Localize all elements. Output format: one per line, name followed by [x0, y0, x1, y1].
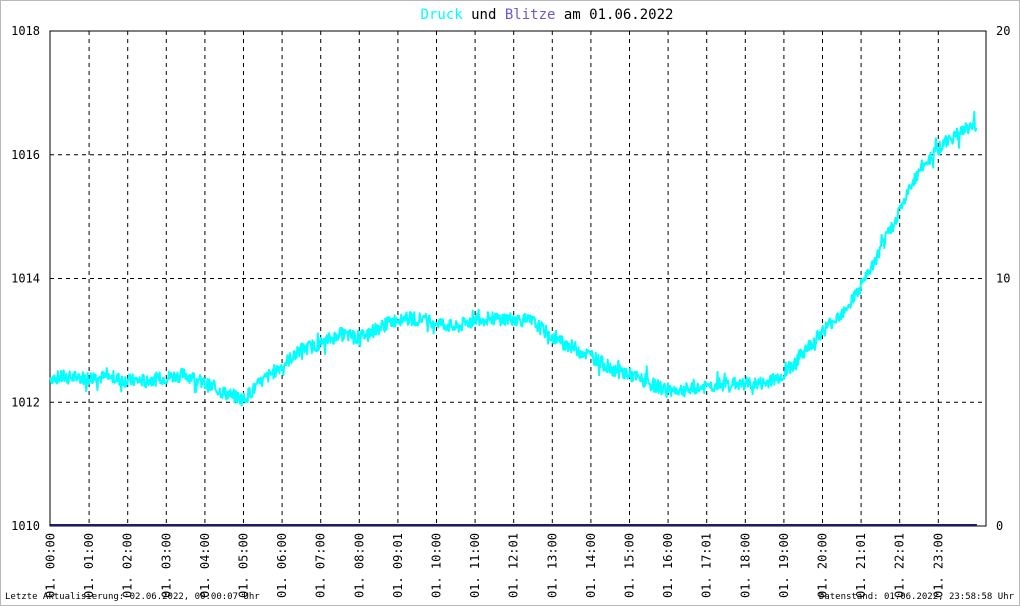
- x-tick-label: 01. 14:00: [584, 533, 598, 598]
- title-series1: Druck: [421, 7, 464, 23]
- x-tick-label: 01. 06:00: [275, 533, 289, 598]
- x-tick-label: 01. 13:00: [545, 533, 559, 598]
- x-tick-label: 01. 00:00: [44, 533, 58, 598]
- x-tick-label: 01. 12:01: [507, 533, 521, 598]
- x-tick-label: 01. 17:01: [700, 533, 714, 598]
- y-left-tick-label: 1018: [11, 24, 40, 38]
- x-tick-label: 01. 04:00: [198, 533, 212, 598]
- y-left-tick-label: 1010: [11, 519, 40, 533]
- x-tick-label: 01. 10:00: [430, 533, 444, 598]
- footer-data-status: Datenstand: 01.06.2022, 23:58:58 Uhr: [818, 592, 1014, 602]
- tick-labels: 01. 00:00 01. 01:00 01. 02:00 01. 03:00 01. …: [11, 24, 1010, 598]
- x-tick-label: 01. 07:00: [314, 533, 328, 598]
- x-tick-label: 01. 03:00: [159, 533, 173, 598]
- x-tick-label: 01. 22:01: [893, 533, 907, 598]
- y-right-tick-label: 0: [996, 519, 1003, 533]
- y-right-tick-label: 10: [996, 272, 1010, 286]
- y-left-tick-label: 1012: [11, 395, 40, 409]
- x-tick-label: 01. 02:00: [121, 533, 135, 598]
- footer-last-update: Letzte Aktualisierung: 02.06.2022, 00:00…: [5, 592, 260, 602]
- x-tick-label: 01. 21:01: [854, 533, 868, 598]
- x-tick-label: 01. 19:00: [777, 533, 791, 598]
- x-tick-label: 01. 09:01: [391, 533, 405, 598]
- x-tick-label: 01. 18:00: [738, 533, 752, 598]
- title-connector: und: [471, 7, 496, 23]
- x-tick-label: 01. 16:00: [661, 533, 675, 598]
- x-tick-label: 01. 01:00: [82, 533, 96, 598]
- title-date: am 01.06.2022: [564, 7, 674, 23]
- x-tick-label: 01. 15:00: [623, 533, 637, 598]
- y-left-tick-label: 1016: [11, 148, 40, 162]
- y-right-tick-label: 20: [996, 24, 1010, 38]
- grid: [50, 31, 986, 526]
- x-tick-label: 01. 05:00: [237, 533, 251, 598]
- x-tick-label: 01. 20:00: [816, 533, 830, 598]
- x-tick-label: 01. 23:00: [931, 533, 945, 598]
- y-left-tick-label: 1014: [11, 272, 40, 286]
- x-tick-label: 01. 11:00: [468, 533, 482, 598]
- chart-title: Druck und Blitze am 01.06.2022: [421, 7, 674, 23]
- pressure-lightning-chart: Druck und Blitze am 01.06.2022 01. 00:00…: [11, 7, 1010, 598]
- title-series2: Blitze: [505, 7, 556, 23]
- x-tick-label: 01. 08:00: [352, 533, 366, 598]
